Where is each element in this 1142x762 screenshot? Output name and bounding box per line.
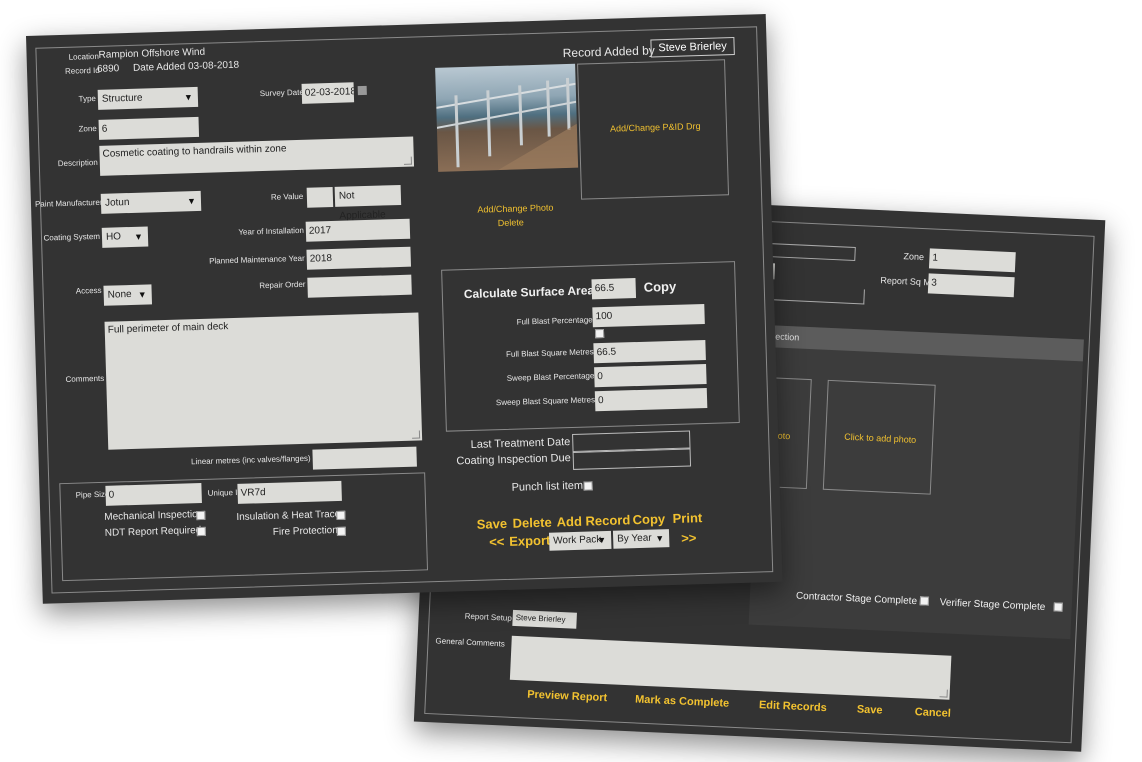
full-blast-pct-field[interactable]: 100 [592,303,705,328]
back-zone-field[interactable]: 1 [928,248,1016,273]
comments-label: Comments [65,373,105,384]
resize-handle[interactable] [411,430,421,439]
record-id-label: Record Id [64,65,100,76]
report-setup-field[interactable]: Steve Brierley [512,609,577,629]
access-label: Access [75,285,102,296]
prev-button[interactable]: << [489,534,505,549]
by-year-select[interactable]: By Year ▼ [612,529,670,549]
dropdown-arrow-icon: ▼ [655,533,665,544]
punch-list-checkbox[interactable] [583,481,593,491]
survey-date-label: Survey Date [259,87,304,99]
dropdown-arrow-icon: ▼ [133,231,144,242]
paint-manufacturer-label: Paint Manufacturer [34,197,103,209]
type-label: Type [78,93,97,104]
re-value-label: Re Value [270,191,304,202]
pipe-size-label: Pipe Size [75,489,110,500]
fire-protection-label: Fire Protection [272,524,339,538]
year-installation-field[interactable]: 2017 [305,218,411,242]
record-added-by-label: Record Added by [562,43,655,61]
work-pack-select[interactable]: Work Pack ▼ [548,530,612,551]
coating-system-select[interactable]: HO ▼ [101,226,149,248]
print-button[interactable]: Print [672,510,702,526]
coating-due-field[interactable] [572,448,692,470]
pipe-size-field[interactable]: 0 [105,482,202,506]
coating-system-label: Coating System [43,231,101,243]
photo-slot-right[interactable]: Click to add photo [822,379,936,495]
re-value-select-value: Not Applicable [338,190,386,222]
fire-protection-checkbox[interactable] [336,526,346,536]
sweep-blast-pct-field[interactable]: 0 [594,363,707,388]
record-id-value: 6890 [96,63,120,75]
sweep-blast-sqm-field[interactable]: 0 [594,387,708,412]
full-blast-sqm-field[interactable]: 66.5 [593,339,706,364]
back-zone-label: Zone [903,251,925,263]
save-button[interactable]: Save [476,516,507,532]
punch-list-label: Punch list item [511,479,584,494]
re-value-select[interactable]: Not Applicable [334,184,402,222]
unique-id-field[interactable]: VR7d [237,480,342,504]
description-value: Cosmetic coating to handrails within zon… [102,143,287,160]
comments-field[interactable]: Full perimeter of main deck [104,312,423,450]
type-select[interactable]: Structure ▼ [97,86,199,110]
type-select-value: Structure [101,92,143,105]
back-save-button[interactable]: Save [857,704,883,717]
linear-metres-field[interactable] [312,446,417,470]
by-year-value: By Year [617,532,652,545]
record-added-by-value: Steve Brierley [658,40,728,55]
surface-copy-button[interactable]: Copy [644,279,677,295]
description-label: Description [57,157,98,169]
dropdown-arrow-icon: ▼ [186,196,197,207]
pid-drawing-box[interactable]: Add/Change P&ID Drg [577,59,730,200]
resize-handle[interactable] [939,689,948,698]
zone-field[interactable]: 6 [98,116,200,140]
copy-button[interactable]: Copy [632,511,665,527]
photo-thumbnail[interactable] [435,63,579,172]
add-change-pid-link[interactable]: Add/Change P&ID Drg [610,121,701,134]
record-added-by-field: Steve Brierley [650,36,735,58]
coating-system-value: HO [105,231,122,243]
back-cancel-button[interactable]: Cancel [915,706,952,720]
calendar-icon[interactable] [357,85,367,96]
resize-handle[interactable] [403,156,412,165]
contractor-stage-checkbox[interactable] [919,596,930,606]
next-button[interactable]: >> [681,530,697,545]
verifier-stage-checkbox[interactable] [1053,602,1063,612]
paint-manufacturer-select[interactable]: Jotun ▼ [100,190,202,214]
photo-slot-right-text: Click to add photo [844,431,917,445]
export-button[interactable]: Export [509,533,551,549]
dropdown-arrow-icon: ▼ [137,289,147,300]
location-label: Location [68,51,100,62]
dropdown-arrow-icon: ▼ [597,535,607,546]
ndt-report-checkbox[interactable] [196,526,206,537]
back-report-sqm-field[interactable]: 3 [927,273,1015,298]
work-pack-value: Work Pack [553,534,602,547]
access-value: None [107,288,132,301]
calculate-surface-area-field[interactable]: 66.5 [591,278,637,300]
re-value-field[interactable] [306,186,334,208]
zone-label: Zone [78,123,97,134]
survey-date-field[interactable]: 02-03-2018 [301,82,355,104]
delete-button[interactable]: Delete [512,515,551,531]
access-select[interactable]: None ▼ [103,284,153,306]
delete-photo-link[interactable]: Delete [498,217,524,228]
record-panel: Location Rampion Offshore Wind Record Id… [26,14,783,604]
add-record-button[interactable]: Add Record [556,512,630,529]
repair-order-field[interactable] [307,274,412,298]
dropdown-arrow-icon: ▼ [183,92,194,103]
comments-value: Full perimeter of main deck [107,321,229,336]
mechanical-inspection-checkbox[interactable] [196,510,206,521]
full-blast-checkbox[interactable] [594,328,605,339]
handrail-photo-icon [436,77,579,171]
insulation-checkbox[interactable] [336,510,346,521]
paint-manufacturer-value: Jotun [104,197,130,209]
planned-maintenance-field[interactable]: 2018 [306,246,412,270]
